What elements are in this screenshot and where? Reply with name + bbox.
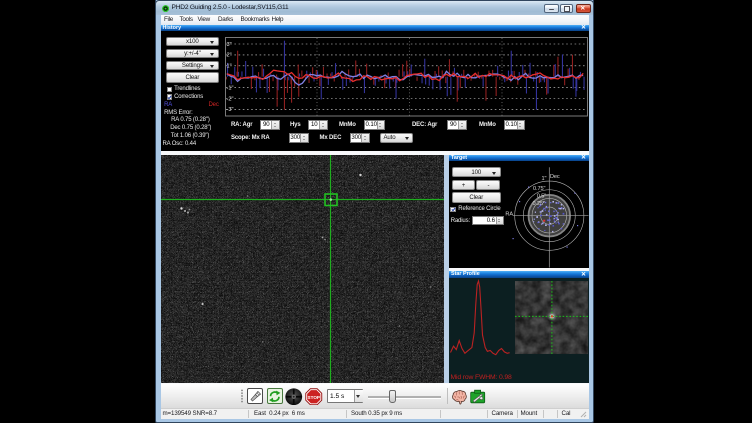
svg-text:Mid row FWHM: 0.98: Mid row FWHM: 0.98 (451, 374, 512, 381)
svg-text:0.25": 0.25" (532, 201, 544, 207)
svg-text:-1": -1" (227, 86, 234, 92)
svg-text:RA: RA (505, 211, 513, 217)
svg-text:Dec: Dec (550, 174, 560, 180)
svg-text:0.5": 0.5" (537, 194, 546, 200)
svg-text:2": 2" (227, 53, 232, 59)
svg-text:-2": -2" (227, 96, 234, 102)
svg-text:1": 1" (541, 176, 546, 182)
svg-text:STOP: STOP (308, 395, 320, 400)
svg-text:0.75": 0.75" (533, 186, 545, 192)
svg-text:-3": -3" (227, 107, 234, 113)
svg-text:3": 3" (227, 42, 232, 48)
svg-text:1": 1" (227, 64, 232, 70)
